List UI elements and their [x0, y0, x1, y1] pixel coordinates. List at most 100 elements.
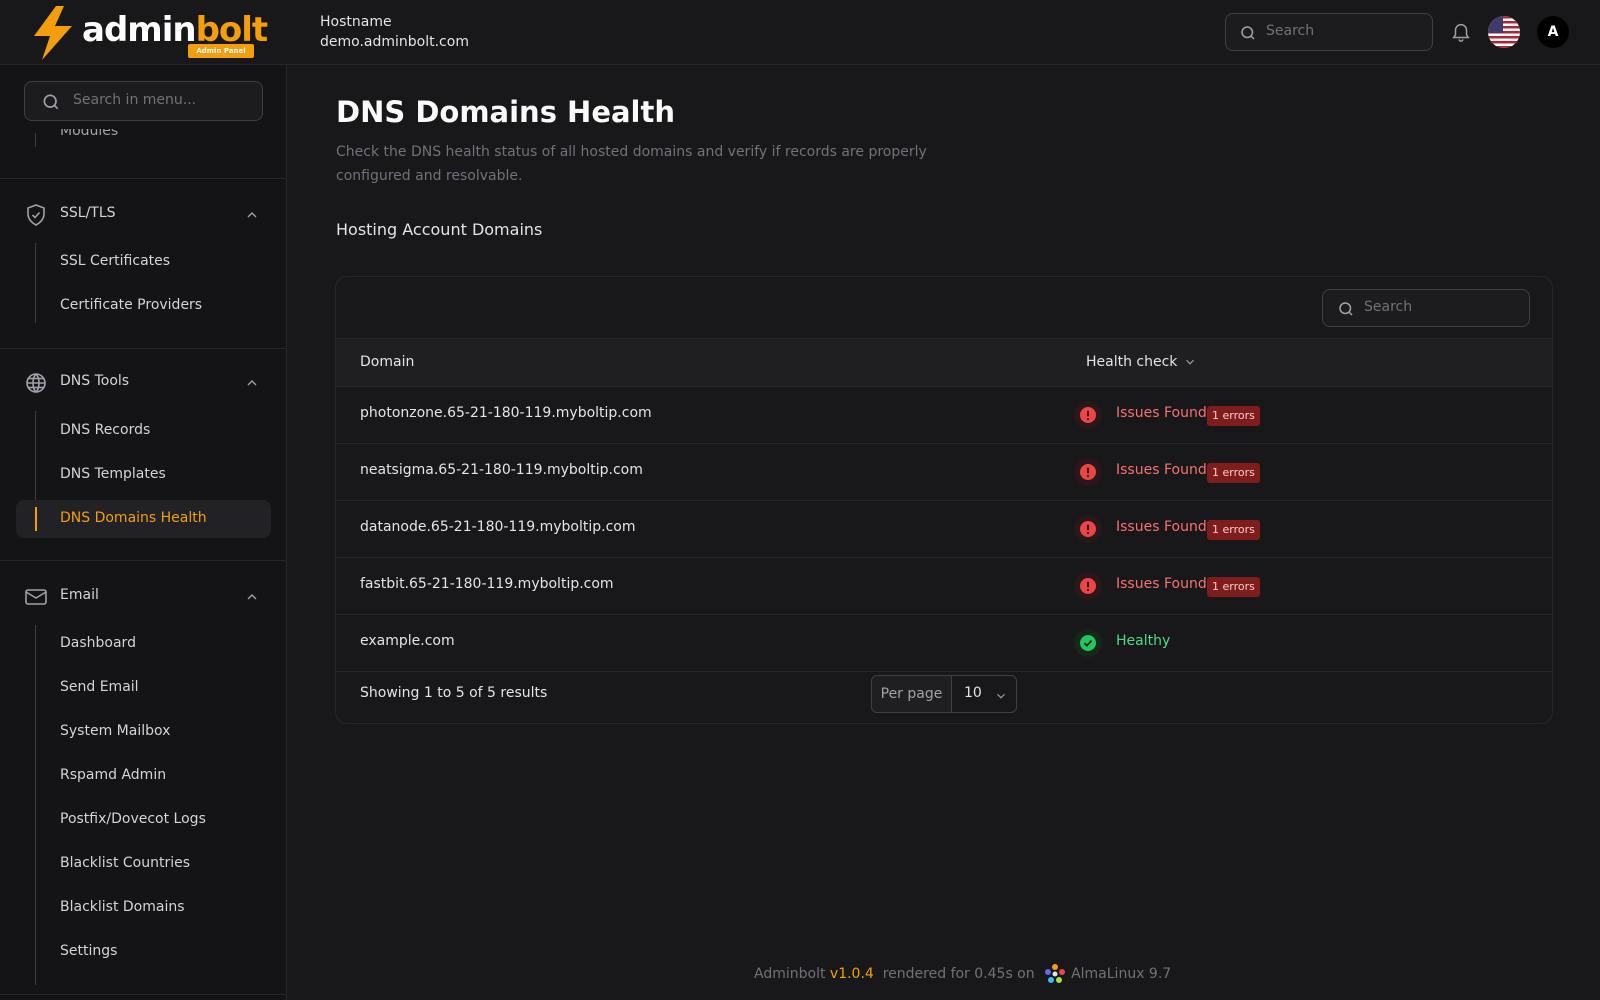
section-title: Hosting Account Domains: [336, 220, 543, 239]
sidebar-group-email[interactable]: Email: [24, 585, 264, 609]
status-text: Issues Found: [1116, 576, 1207, 592]
table-row[interactable]: neatsigma.65-21-180-119.myboltip.com Iss…: [336, 444, 1552, 501]
results-summary: Showing 1 to 5 of 5 results: [360, 685, 548, 701]
error-count-badge: 1 errors: [1207, 577, 1260, 597]
sidebar-item-blacklist-countries[interactable]: Blacklist Countries: [16, 845, 271, 883]
sidebar-item-label: Certificate Providers: [60, 297, 203, 313]
sidebar-item-postfix-dovecot-logs[interactable]: Postfix/Dovecot Logs: [16, 801, 271, 839]
sidebar-group-label: DNS Tools: [60, 373, 130, 389]
domains-table-card: Search Domain Health check photonzone.65…: [335, 276, 1553, 724]
sidebar-item-dns-records[interactable]: DNS Records: [16, 412, 271, 450]
bell-icon[interactable]: [1450, 20, 1472, 44]
column-header-domain[interactable]: Domain: [360, 354, 414, 370]
sidebar-item-ssl-certificates[interactable]: SSL Certificates: [16, 243, 271, 281]
sidebar-item-settings[interactable]: Settings: [16, 933, 271, 971]
domain-cell: neatsigma.65-21-180-119.myboltip.com: [360, 462, 643, 478]
sidebar-group-ssl-tls[interactable]: SSL/TLS: [24, 203, 264, 227]
sidebar-item-label: Send Email: [60, 679, 139, 695]
page-subtitle: Check the DNS health status of all hoste…: [336, 144, 927, 184]
table-row[interactable]: example.com Healthy: [336, 615, 1552, 672]
sidebar-item-certificate-providers[interactable]: Certificate Providers: [16, 287, 271, 325]
sidebar-item-send-email[interactable]: Send Email: [16, 669, 271, 707]
chevron-down-icon: [997, 693, 1005, 699]
domain-cell: fastbit.65-21-180-119.myboltip.com: [360, 576, 614, 592]
brand-part-admin: admin: [82, 10, 197, 50]
table-row[interactable]: photonzone.65-21-180-119.myboltip.com Is…: [336, 387, 1552, 444]
sidebar: Search in menu... Modules SSL/TLS SSL Ce…: [0, 65, 287, 1000]
chevron-up-icon: [247, 380, 257, 386]
sidebar-group-dns-tools[interactable]: DNS Tools: [24, 371, 264, 395]
sidebar-item-modules[interactable]: Modules: [60, 129, 118, 139]
envelope-icon: [25, 589, 47, 605]
shield-check-icon: [27, 204, 45, 226]
footer-os: AlmaLinux 9.7: [1071, 966, 1172, 982]
table-footer: Showing 1 to 5 of 5 results Per page 10: [336, 674, 1552, 723]
error-icon: [1074, 401, 1102, 429]
menu-search-placeholder: Search in menu...: [73, 92, 197, 108]
footer-version[interactable]: v1.0.4: [830, 966, 874, 982]
logo[interactable]: adminbolt Admin Panel: [30, 6, 270, 60]
domain-cell: example.com: [360, 633, 455, 649]
search-icon: [1339, 302, 1353, 316]
per-page-value: 10: [964, 685, 982, 701]
menu-search-input[interactable]: Search in menu...: [24, 81, 263, 121]
sidebar-item-label: DNS Records: [60, 422, 151, 438]
footer-app: Adminbolt: [754, 966, 826, 982]
us-flag-icon[interactable]: [1488, 16, 1520, 48]
sidebar-item-label: DNS Domains Health: [60, 510, 207, 526]
sidebar-item-label: DNS Templates: [60, 466, 166, 482]
user-avatar[interactable]: A: [1537, 16, 1569, 48]
sidebar-item-dns-domains-health[interactable]: DNS Domains Health: [16, 500, 271, 538]
sidebar-item-dashboard[interactable]: Dashboard: [16, 625, 271, 663]
lightning-bolt-icon: [34, 6, 72, 60]
page-footer: Adminbolt v1.0.4 rendered for 0.45s on A…: [754, 962, 1184, 986]
error-icon: [1074, 458, 1102, 486]
column-header-health-check[interactable]: Health check: [1086, 354, 1197, 370]
sidebar-item-label: System Mailbox: [60, 723, 171, 739]
sidebar-item-blacklist-domains[interactable]: Blacklist Domains: [16, 889, 271, 927]
global-search-input[interactable]: Search: [1225, 13, 1433, 51]
divider: [0, 348, 286, 349]
error-count-badge: 1 errors: [1207, 520, 1260, 540]
table-row[interactable]: fastbit.65-21-180-119.myboltip.com Issue…: [336, 558, 1552, 615]
error-icon: [1074, 572, 1102, 600]
divider: [0, 178, 286, 179]
sidebar-group-label: SSL/TLS: [60, 205, 116, 221]
table-header: Domain Health check: [336, 338, 1552, 387]
sidebar-item-dns-templates[interactable]: DNS Templates: [16, 456, 271, 494]
top-bar: adminbolt Admin Panel Hostname demo.admi…: [0, 0, 1600, 65]
sidebar-item-label: Rspamd Admin: [60, 767, 167, 783]
status-text: Issues Found: [1116, 462, 1207, 478]
almalinux-logo-icon: [1045, 964, 1066, 983]
check-circle-icon: [1074, 629, 1102, 657]
chevron-up-icon: [247, 212, 257, 218]
domain-cell: datanode.65-21-180-119.myboltip.com: [360, 519, 636, 535]
search-icon: [1241, 26, 1255, 40]
table-search-input[interactable]: Search: [1322, 289, 1530, 327]
global-search-placeholder: Search: [1266, 23, 1315, 39]
sidebar-item-label: Settings: [60, 943, 118, 959]
tree-line: [35, 133, 36, 147]
column-header-label: Health check: [1086, 354, 1178, 370]
brand-badge: Admin Panel: [188, 44, 254, 58]
sidebar-item-label: Blacklist Countries: [60, 855, 191, 871]
sidebar-item-label: Dashboard: [60, 635, 136, 651]
table-row[interactable]: datanode.65-21-180-119.myboltip.com Issu…: [336, 501, 1552, 558]
page-title: DNS Domains Health: [336, 95, 676, 129]
main-content: DNS Domains Health Check the DNS health …: [288, 65, 1600, 1000]
per-page-select[interactable]: Per page 10: [871, 675, 1017, 713]
sidebar-item-label: Blacklist Domains: [60, 899, 185, 915]
domain-cell: photonzone.65-21-180-119.myboltip.com: [360, 405, 652, 421]
chevron-up-icon: [247, 594, 257, 600]
per-page-label: Per page: [872, 676, 952, 712]
sidebar-item-system-mailbox[interactable]: System Mailbox: [16, 713, 271, 751]
hostname-label: Hostname: [320, 14, 392, 30]
error-count-badge: 1 errors: [1207, 406, 1260, 426]
globe-icon: [26, 373, 46, 393]
sidebar-item-label: SSL Certificates: [60, 253, 171, 269]
divider: [0, 994, 286, 995]
status-text: Issues Found: [1116, 519, 1207, 535]
sidebar-item-rspamd-admin[interactable]: Rspamd Admin: [16, 757, 271, 795]
hostname-value: demo.adminbolt.com: [320, 34, 469, 50]
sidebar-item-label: Postfix/Dovecot Logs: [60, 811, 206, 827]
